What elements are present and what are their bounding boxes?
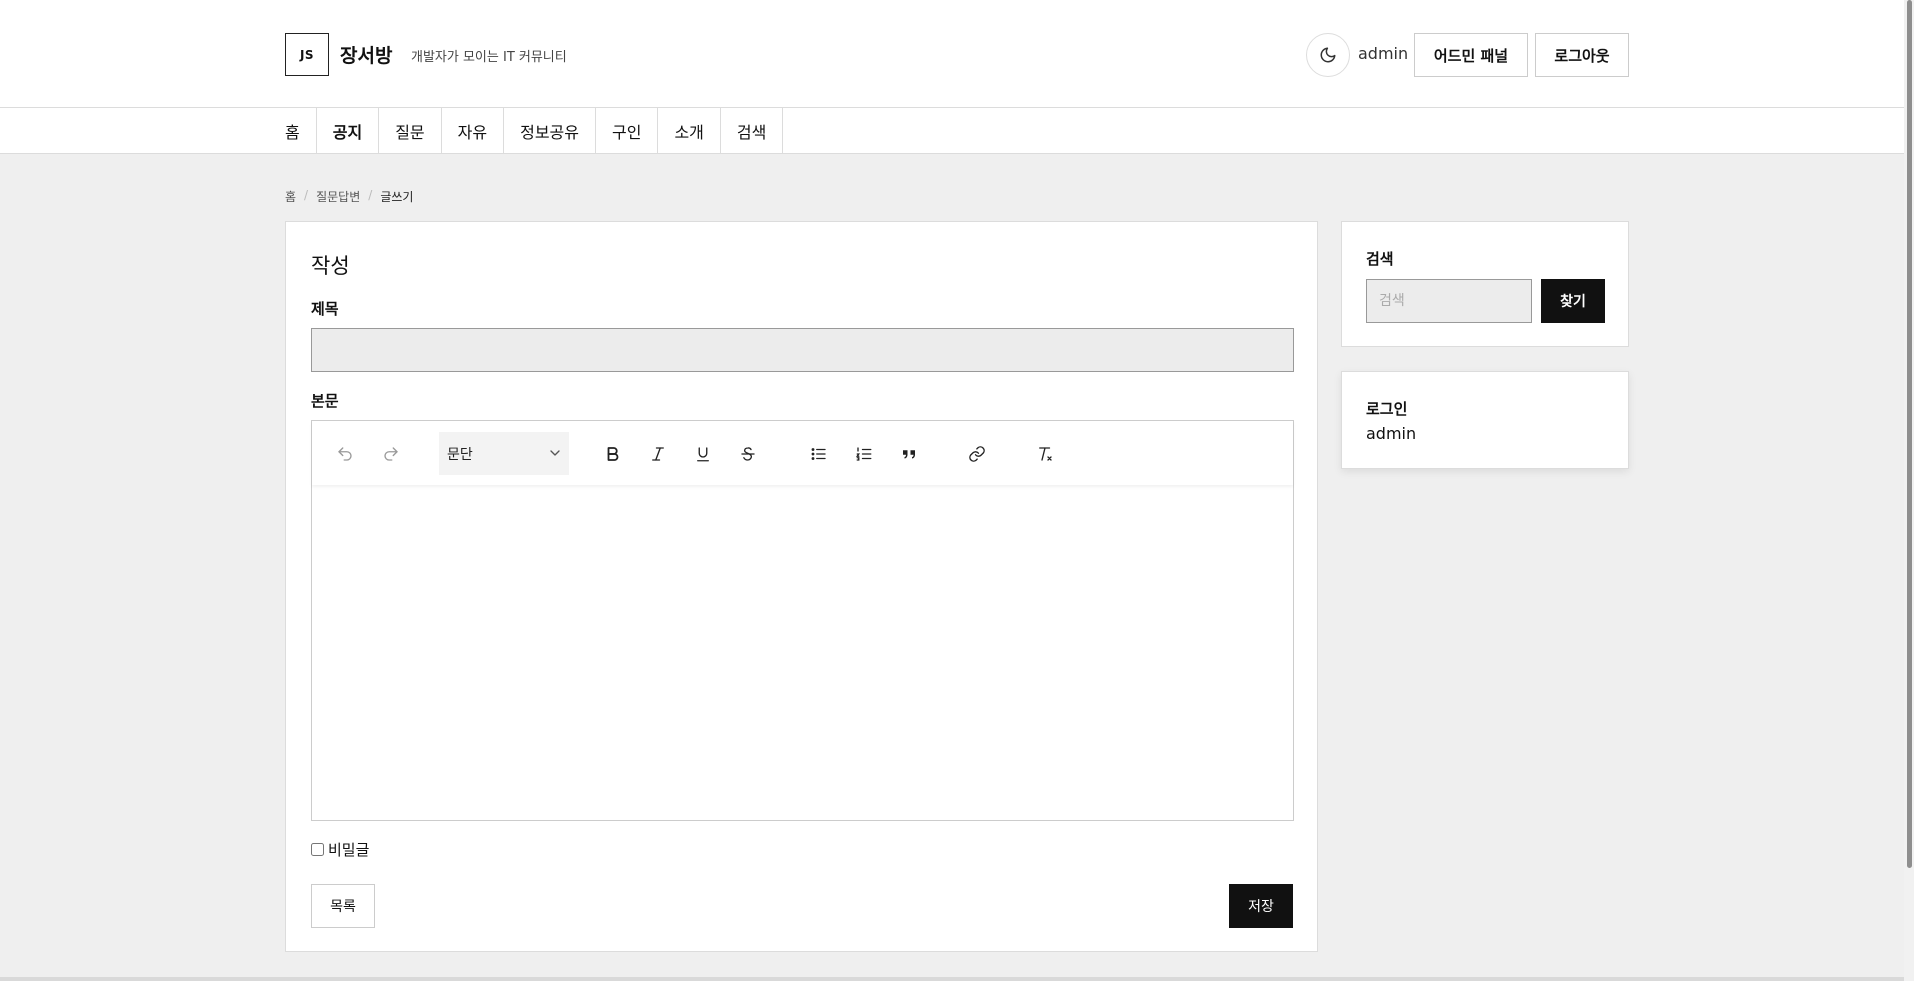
site-tagline: 개발자가 모이는 IT 커뮤니티 [411, 50, 567, 65]
secret-post-option[interactable]: 비밀글 [311, 839, 369, 860]
clear-format-icon[interactable] [1032, 441, 1058, 467]
logout-button[interactable]: 로그아웃 [1535, 33, 1629, 77]
breadcrumb-current: 글쓰기 [380, 190, 414, 204]
sidebar-login-user: admin [1366, 424, 1417, 443]
rich-text-editor[interactable]: 문단 [311, 420, 1294, 821]
scrollbar-thumb[interactable] [1907, 0, 1912, 868]
site-title[interactable]: 장서방 [340, 41, 392, 68]
link-icon[interactable] [964, 441, 990, 467]
nav-item-free[interactable]: 자유 [442, 108, 505, 153]
nav-item-home[interactable]: 홈 [285, 108, 317, 153]
chevron-down-icon [550, 450, 560, 456]
nav-item-info-share[interactable]: 정보공유 [504, 108, 596, 153]
nav-item-search[interactable]: 검색 [721, 108, 784, 153]
post-form-card: 작성 제목 본문 문단 비밀글 목록 저장 [285, 221, 1318, 952]
title-label: 제목 [311, 300, 339, 318]
editor-toolbar: 문단 [312, 421, 1293, 485]
numbered-list-icon[interactable] [851, 441, 877, 467]
sidebar-search-input[interactable] [1366, 279, 1532, 323]
theme-toggle-button[interactable] [1306, 33, 1350, 77]
nav-item-question[interactable]: 질문 [379, 108, 442, 153]
breadcrumb-qna[interactable]: 질문답변 [316, 188, 360, 205]
paragraph-format-value: 문단 [447, 446, 473, 463]
breadcrumb-separator: / [304, 188, 309, 202]
title-input[interactable] [311, 328, 1294, 372]
save-button[interactable]: 저장 [1229, 884, 1293, 928]
breadcrumb-home[interactable]: 홈 [285, 188, 296, 205]
secret-post-label: 비밀글 [328, 841, 370, 859]
sidebar-login-label: 로그인 [1366, 400, 1408, 418]
breadcrumb-separator: / [368, 188, 373, 202]
header-username: admin [1358, 44, 1409, 63]
paragraph-format-select[interactable]: 문단 [439, 432, 569, 475]
sidebar-search-button[interactable]: 찾기 [1541, 279, 1605, 323]
admin-panel-button[interactable]: 어드민 패널 [1414, 33, 1528, 77]
main-nav: 홈 공지 질문 자유 정보공유 구인 소개 검색 [0, 108, 1904, 154]
form-heading: 작성 [311, 254, 350, 278]
underline-icon[interactable] [690, 441, 716, 467]
redo-icon[interactable] [378, 441, 404, 467]
nav-item-jobs[interactable]: 구인 [596, 108, 659, 153]
list-button[interactable]: 목록 [311, 884, 375, 928]
undo-icon[interactable] [332, 441, 358, 467]
bullet-list-icon[interactable] [806, 441, 832, 467]
site-logo[interactable]: JS [285, 33, 329, 76]
sidebar-search-card: 검색 찾기 [1341, 221, 1629, 347]
body-label: 본문 [311, 392, 339, 410]
moon-icon [1320, 47, 1336, 63]
nav-item-intro[interactable]: 소개 [658, 108, 721, 153]
secret-post-checkbox[interactable] [311, 843, 324, 856]
sidebar-search-label: 검색 [1366, 250, 1394, 268]
italic-icon[interactable] [645, 441, 671, 467]
blockquote-icon[interactable] [896, 441, 922, 467]
sidebar-login-card: 로그인 admin [1341, 371, 1629, 469]
strikethrough-icon[interactable] [735, 441, 761, 467]
nav-item-notice[interactable]: 공지 [317, 108, 380, 153]
logo-text: JS [299, 47, 315, 62]
site-header: JS 장서방 개발자가 모이는 IT 커뮤니티 admin 어드민 패널 로그아… [0, 0, 1904, 108]
breadcrumb: 홈 / 질문답변 / 글쓰기 [285, 188, 413, 205]
page-bottom-edge [0, 977, 1904, 981]
bold-icon[interactable] [600, 441, 626, 467]
